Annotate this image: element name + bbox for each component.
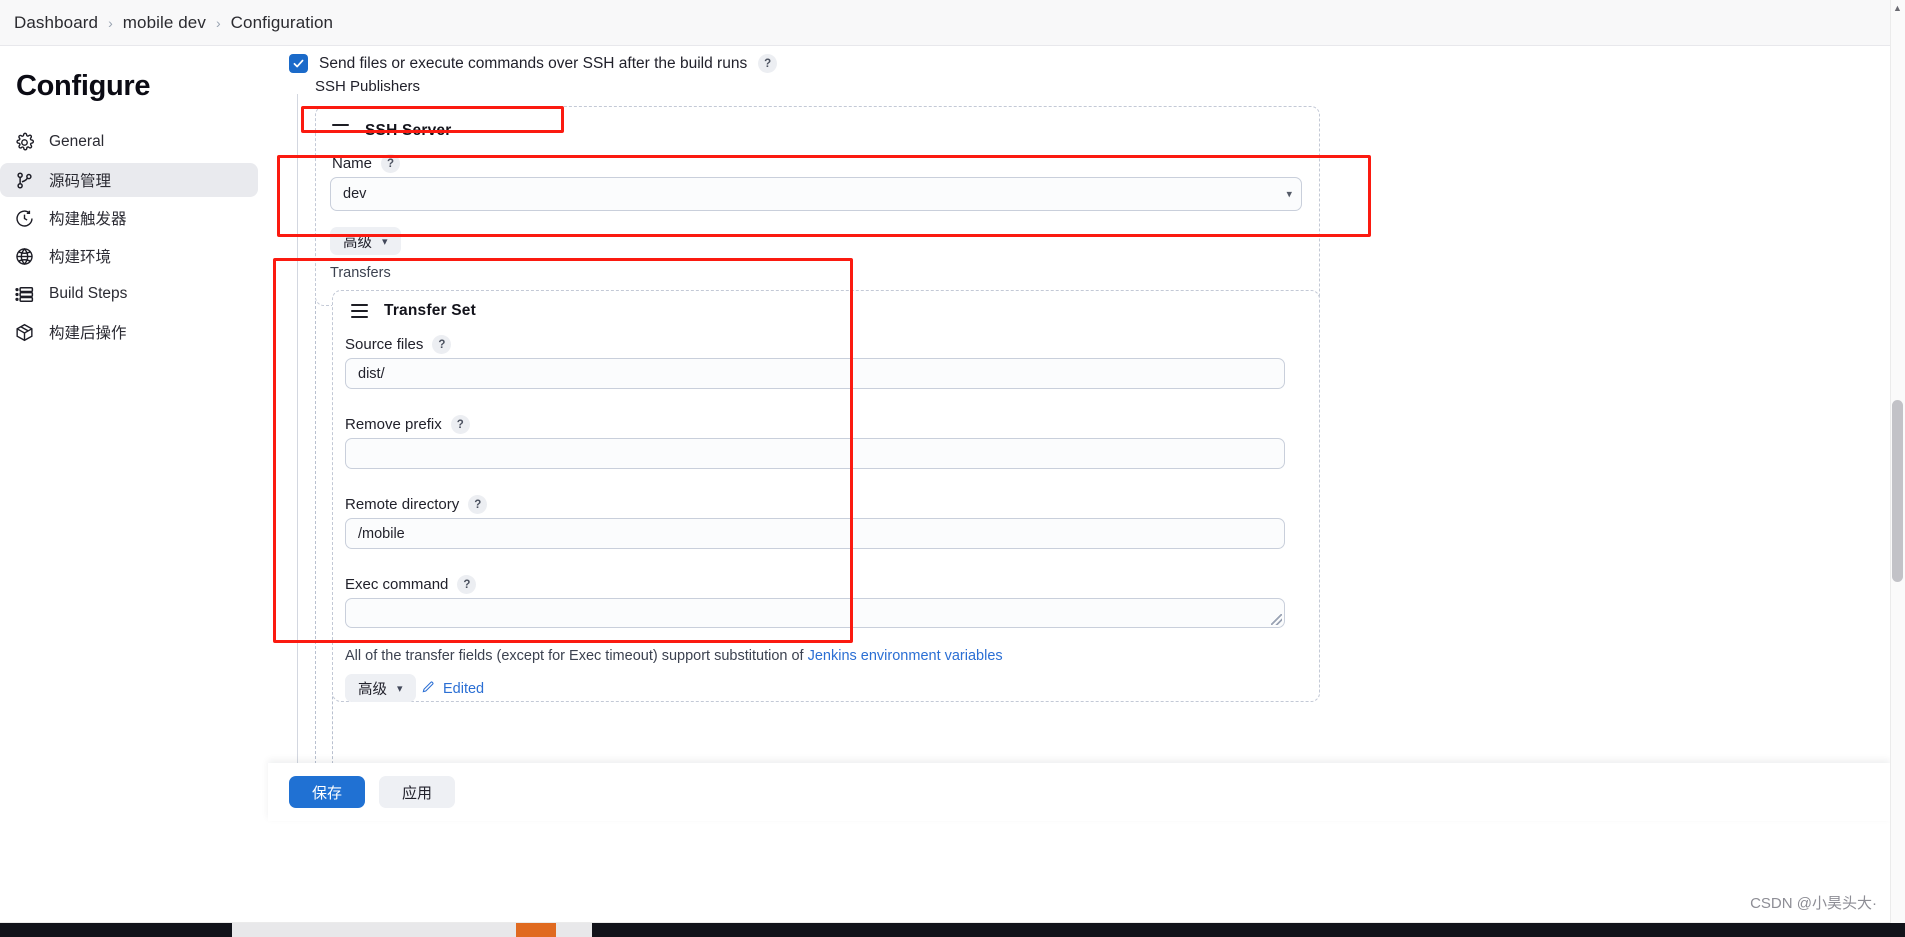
globe-icon: [14, 246, 35, 267]
transfer-set-title: Transfer Set: [384, 302, 476, 319]
ssh-server-advanced-button[interactable]: 高级 ▾: [330, 227, 401, 255]
advanced-label: 高级: [358, 681, 387, 698]
pencil-icon: [421, 680, 435, 698]
sidebar-item-post-build-actions[interactable]: 构建后操作: [0, 315, 258, 349]
edited-indicator[interactable]: Edited: [421, 680, 484, 698]
sidebar-item-source-control[interactable]: 源码管理: [0, 163, 258, 197]
label-text: Name: [332, 155, 373, 172]
publisher-guide-line: [297, 94, 298, 794]
ssh-publishers-label: SSH Publishers: [315, 78, 421, 95]
sidebar-item-general[interactable]: General: [0, 125, 258, 159]
ssh-server-name-select-wrap: dev ▾: [330, 177, 1302, 211]
breadcrumb-separator: ›: [108, 14, 113, 31]
label-text: Remove prefix: [345, 416, 442, 433]
ssh-publisher-label: Send files or execute commands over SSH …: [319, 54, 748, 72]
sidebar-item-label: 构建环境: [49, 249, 112, 266]
transfer-set-advanced-button[interactable]: 高级 ▾: [345, 674, 416, 702]
remove-prefix-label: Remove prefix ?: [345, 415, 470, 434]
sidebar-item-label: 构建后操作: [49, 325, 127, 342]
sidebar-item-label: 源码管理: [49, 173, 112, 190]
breadcrumb-item-dashboard[interactable]: Dashboard: [6, 13, 106, 33]
ssh-server-title: SSH Server: [365, 122, 452, 139]
source-branch-icon: [14, 170, 35, 191]
help-icon[interactable]: ?: [468, 495, 488, 514]
sidebar-item-label: General: [49, 133, 105, 150]
transfer-fields-hint: All of the transfer fields (except for E…: [345, 648, 1003, 664]
ssh-publisher-checkbox-row: Send files or execute commands over SSH …: [289, 54, 778, 73]
source-files-label: Source files ?: [345, 335, 452, 354]
page-title: Configure: [16, 70, 151, 102]
drag-handle-icon[interactable]: [351, 304, 368, 318]
remote-directory-input[interactable]: /mobile: [345, 518, 1285, 549]
scroll-up-arrow[interactable]: ▲: [1890, 0, 1905, 15]
remove-prefix-input[interactable]: [345, 438, 1285, 469]
save-button[interactable]: 保存: [289, 776, 365, 808]
clock-icon: [14, 208, 35, 229]
help-icon[interactable]: ?: [450, 415, 470, 434]
taskbar-segment: [592, 923, 1905, 937]
list-icon: [14, 284, 35, 305]
exec-command-label: Exec command ?: [345, 575, 477, 594]
remote-directory-label: Remote directory ?: [345, 495, 488, 514]
watermark: CSDN @小昊头大·: [1750, 895, 1877, 912]
exec-command-textarea[interactable]: [345, 598, 1285, 628]
jenkins-env-variables-link[interactable]: Jenkins environment variables: [808, 648, 1003, 664]
breadcrumb-item-job[interactable]: mobile dev: [115, 13, 214, 33]
label-text: Remote directory: [345, 496, 460, 513]
edited-label: Edited: [443, 681, 485, 697]
breadcrumb: Dashboard › mobile dev › Configuration: [0, 0, 1890, 46]
label-text: Exec command: [345, 576, 449, 593]
breadcrumb-item-configuration[interactable]: Configuration: [223, 13, 341, 33]
hint-prefix: All of the transfer fields (except for E…: [345, 648, 808, 664]
help-icon[interactable]: ?: [758, 54, 778, 73]
advanced-label: 高级: [343, 234, 372, 251]
resize-handle[interactable]: [1271, 614, 1282, 625]
help-icon[interactable]: ?: [432, 335, 452, 354]
chevron-down-icon: ▾: [397, 682, 403, 695]
gear-icon: [14, 132, 35, 153]
sidebar-item-label: 构建触发器: [49, 211, 127, 228]
apply-button[interactable]: 应用: [379, 776, 455, 808]
sidebar-item-label: Build Steps: [49, 285, 128, 302]
package-icon: [14, 322, 35, 343]
taskbar-segment-active: [516, 923, 556, 937]
ssh-server-name-label: Name ?: [332, 154, 401, 173]
sidebar-item-build-environment[interactable]: 构建环境: [0, 239, 258, 273]
sidebar: Configure General 源码管理 构建触发器 构建环境 Build …: [0, 46, 268, 937]
vertical-scrollbar-thumb[interactable]: [1892, 400, 1903, 582]
sidebar-item-build-triggers[interactable]: 构建触发器: [0, 201, 258, 235]
help-icon[interactable]: ?: [381, 154, 401, 173]
source-files-input[interactable]: dist/: [345, 358, 1285, 389]
chevron-down-icon: ▾: [382, 235, 388, 248]
ssh-server-name-select[interactable]: dev: [330, 177, 1302, 211]
ssh-publisher-checkbox[interactable]: [289, 54, 308, 73]
label-text: Source files: [345, 336, 424, 353]
sidebar-item-build-steps[interactable]: Build Steps: [0, 277, 258, 311]
transfer-set-header: Transfer Set: [351, 302, 476, 320]
form-action-bar: 保存 应用: [268, 763, 1890, 821]
ssh-server-header: SSH Server: [332, 122, 451, 140]
transfers-label: Transfers: [330, 265, 391, 281]
help-icon[interactable]: ?: [457, 575, 477, 594]
drag-handle-icon[interactable]: [332, 124, 349, 138]
sidebar-nav: General 源码管理 构建触发器 构建环境 Build Steps 构建后操…: [0, 125, 268, 349]
screenshot-root: Dashboard › mobile dev › Configuration C…: [0, 0, 1905, 937]
breadcrumb-separator: ›: [215, 14, 221, 31]
